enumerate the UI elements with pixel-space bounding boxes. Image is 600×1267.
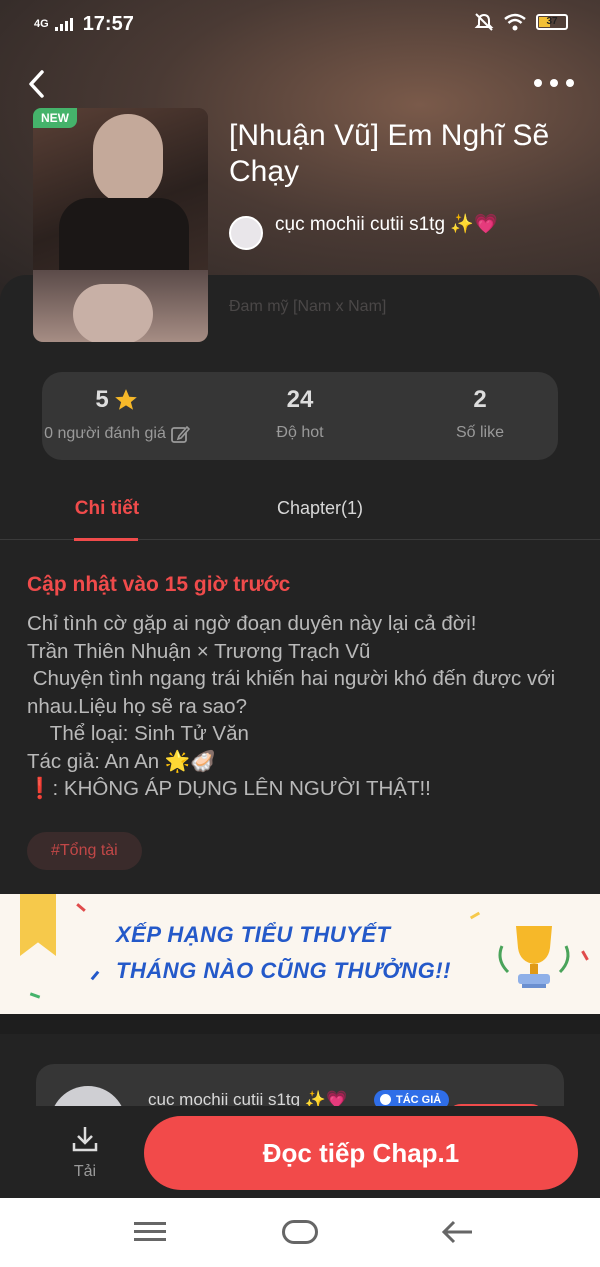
section-divider xyxy=(0,1014,600,1034)
like-label: Số like xyxy=(455,424,505,441)
banner-line2: THÁNG NÀO CŨNG THƯỞNG!! xyxy=(116,958,451,983)
wifi-icon xyxy=(504,13,526,31)
stats-card: 5 0 người đánh giá 24 Độ hot 2 Số like xyxy=(42,372,558,460)
download-label: Tải xyxy=(73,1163,97,1180)
genre-label: Đam mỹ [Nam x Nam] xyxy=(229,298,387,315)
system-back-icon[interactable] xyxy=(440,1218,476,1246)
download-button[interactable]: Tải xyxy=(58,1124,112,1184)
home-icon[interactable] xyxy=(282,1220,318,1244)
banner-line1: XẾP HẠNG TIỂU THUYẾT xyxy=(116,922,391,947)
updated-time: Cập nhật vào 15 giờ trước xyxy=(27,573,291,596)
tab-chapter[interactable]: Chapter(1) xyxy=(270,498,370,519)
battery-icon: 37 xyxy=(536,14,568,30)
tab-detail[interactable]: Chi tiết xyxy=(70,498,144,541)
star-icon xyxy=(114,389,137,410)
bookmark-ribbon-icon xyxy=(20,894,56,956)
battery-level: 37 xyxy=(546,16,558,27)
menu-icon[interactable] xyxy=(134,1222,166,1242)
tab-bar: Chi tiết Chapter(1) xyxy=(0,488,600,541)
more-options-icon[interactable] xyxy=(534,68,574,98)
hot-stat: 24 Độ hot xyxy=(222,386,378,442)
rating-value: 5 xyxy=(95,386,109,413)
top-navigation xyxy=(0,62,600,106)
book-title: [Nhuận Vũ] Em Nghĩ Sẽ Chạy xyxy=(229,119,550,188)
like-value: 2 xyxy=(473,386,487,413)
system-navigation-bar xyxy=(0,1198,600,1267)
network-indicator: 4G xyxy=(34,17,49,30)
signal-icon xyxy=(54,18,73,31)
hot-label: Độ hot xyxy=(276,424,324,441)
author-name[interactable]: cục mochii cutii s1tg ✨💗 xyxy=(275,212,535,238)
trophy-icon xyxy=(498,926,570,988)
like-stat: 2 Số like xyxy=(402,386,558,442)
author-avatar[interactable] xyxy=(229,216,263,250)
rating-label: 0 người đánh giá xyxy=(44,425,166,442)
rating-stat[interactable]: 5 0 người đánh giá xyxy=(42,386,192,444)
ranking-banner[interactable]: XẾP HẠNG TIỂU THUYẾT THÁNG NÀO CŨNG THƯỞ… xyxy=(0,894,600,1014)
book-cover[interactable] xyxy=(33,108,208,342)
bell-mute-icon xyxy=(474,13,494,31)
continue-reading-button[interactable]: Đọc tiếp Chap.1 xyxy=(144,1116,578,1190)
tag-chip[interactable]: #Tổng tài xyxy=(27,832,142,870)
book-description: Chỉ tình cờ gặp ai ngờ đoạn duyên này lạ… xyxy=(27,612,556,800)
clock: 17:57 xyxy=(82,12,134,35)
back-icon[interactable] xyxy=(22,66,58,102)
edit-icon[interactable] xyxy=(170,424,190,444)
bottom-action-bar: Tải Đọc tiếp Chap.1 xyxy=(0,1106,600,1198)
download-icon xyxy=(72,1127,98,1152)
new-badge: NEW xyxy=(33,108,77,128)
status-bar: 4G 17:57 37 xyxy=(0,0,600,48)
hot-value: 24 xyxy=(286,386,314,413)
